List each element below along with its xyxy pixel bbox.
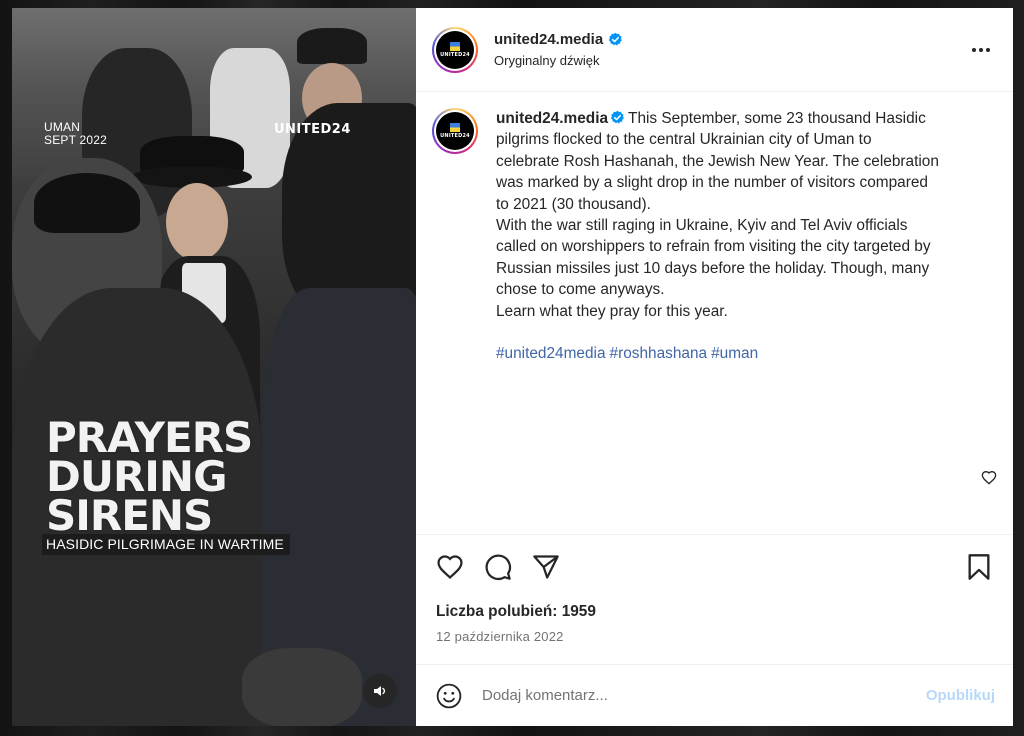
avatar: UNITED24 bbox=[436, 112, 474, 150]
author-username[interactable]: united24.media bbox=[494, 31, 603, 48]
audio-link[interactable]: Oryginalny dźwięk bbox=[494, 53, 967, 68]
publish-button[interactable]: Opublikuj bbox=[926, 687, 995, 704]
flag-icon bbox=[450, 123, 460, 132]
caption-line: celebrate Rosh Hashanah, the Jewish New … bbox=[496, 152, 939, 170]
post-media[interactable]: UMAN SEPT 2022 UNITED24 PRAYERS DURING S… bbox=[12, 8, 416, 726]
location-stamp: UMAN SEPT 2022 bbox=[44, 120, 107, 147]
sound-toggle-button[interactable] bbox=[363, 674, 397, 708]
paper-plane-icon bbox=[533, 555, 559, 579]
caption-area: UNITED24 united24.media This September, … bbox=[416, 92, 1013, 535]
post-modal: UMAN SEPT 2022 UNITED24 PRAYERS DURING S… bbox=[12, 8, 1013, 726]
comment-bar: Opublikuj bbox=[416, 664, 1013, 726]
avatar: UNITED24 bbox=[436, 30, 474, 69]
comment-input[interactable] bbox=[482, 687, 926, 704]
hashtag-link[interactable]: #uman bbox=[711, 345, 758, 362]
comment-button[interactable] bbox=[482, 551, 514, 583]
hashtag-link[interactable]: #united24media bbox=[496, 345, 606, 362]
like-count[interactable]: Liczba polubień: 1959 bbox=[416, 599, 1013, 621]
brand-watermark: UNITED24 bbox=[274, 122, 351, 137]
caption-username[interactable]: united24.media bbox=[496, 110, 608, 127]
bookmark-icon bbox=[968, 554, 990, 580]
verified-badge-icon bbox=[610, 110, 624, 124]
like-button[interactable] bbox=[434, 551, 466, 583]
caption-line: pilgrims flocked to the central Ukrainia… bbox=[496, 131, 872, 149]
speaker-icon bbox=[374, 686, 386, 696]
caption-line: Learn what they pray for this year. bbox=[496, 302, 728, 320]
post-info-panel: UNITED24 united24.media Oryginalny dźwię… bbox=[416, 8, 1013, 726]
verified-badge-icon bbox=[609, 32, 623, 46]
caption-avatar-link[interactable]: UNITED24 bbox=[432, 108, 478, 154]
heart-icon bbox=[437, 555, 463, 580]
caption-line: called on worshippers to refrain from vi… bbox=[496, 238, 931, 256]
caption-line: to 2021 (30 thousand). bbox=[496, 195, 651, 213]
emoji-icon bbox=[436, 683, 462, 708]
action-bar bbox=[416, 535, 1013, 599]
crowd-photo bbox=[12, 8, 416, 726]
caption-line: This September, some 23 thousand Hasidic bbox=[628, 110, 926, 127]
hashtag-link[interactable]: #roshhashana bbox=[610, 345, 708, 362]
caption-line: Russian missiles just 10 days before the… bbox=[496, 259, 930, 277]
save-button[interactable] bbox=[963, 551, 995, 583]
like-caption-heart-icon[interactable] bbox=[981, 470, 997, 486]
flag-icon bbox=[450, 41, 460, 51]
post-header: UNITED24 united24.media Oryginalny dźwię… bbox=[416, 8, 1013, 92]
caption-line: was marked by a slight drop in the numbe… bbox=[496, 174, 928, 192]
more-dots-icon bbox=[972, 47, 990, 52]
post-date[interactable]: 12 października 2022 bbox=[416, 621, 1013, 644]
media-subhead: HASIDIC PILGRIMAGE IN WARTIME bbox=[42, 534, 290, 555]
more-options-button[interactable] bbox=[967, 36, 995, 64]
media-headline: PRAYERS DURING SIRENS bbox=[46, 413, 253, 540]
caption-line: With the war still raging in Ukraine, Ky… bbox=[496, 217, 908, 235]
comment-bubble-icon bbox=[485, 554, 512, 581]
share-button[interactable] bbox=[530, 551, 562, 583]
emoji-button[interactable] bbox=[434, 681, 464, 711]
caption-line: chose to come anyways. bbox=[496, 281, 665, 299]
hashtag-list: #united24media #roshhashana #uman bbox=[496, 343, 980, 364]
caption: UNITED24 united24.media This September, … bbox=[432, 108, 997, 364]
caption-text: united24.media This September, some 23 t… bbox=[496, 108, 980, 364]
author-avatar-link[interactable]: UNITED24 bbox=[432, 26, 478, 73]
